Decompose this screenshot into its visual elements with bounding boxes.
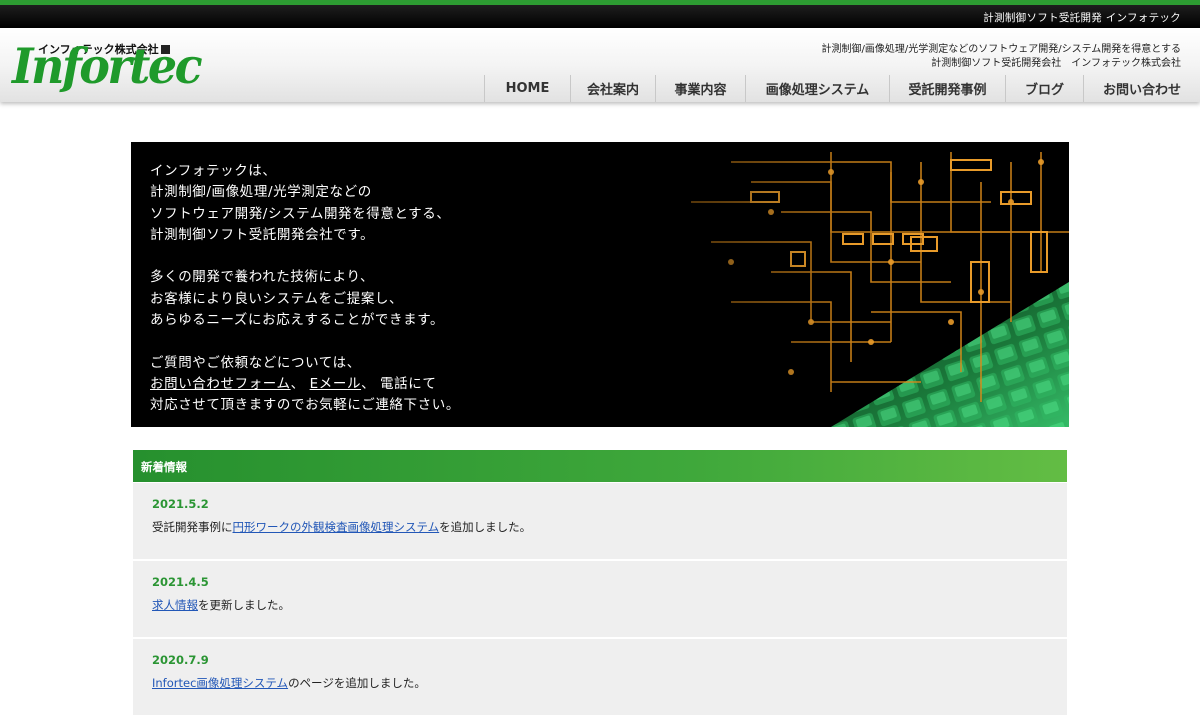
news-item: 2021.5.2 受託開発事例に円形ワークの外観検査画像処理システムを追加しまし… — [133, 483, 1067, 559]
nav-blog[interactable]: ブログ — [1005, 75, 1083, 102]
site-header: インフォテック株式会社 Infortec 計測制御/画像処理/光学測定などのソフ… — [0, 28, 1200, 102]
hero-paragraph-3: ご質問やご依頼などについては、 お問い合わせフォーム、 Eメール、 電話にて 対… — [150, 354, 460, 414]
main-nav: HOME 会社案内 事業内容 画像処理システム 受託開発事例 ブログ お問い合わ… — [484, 75, 1200, 102]
news-link[interactable]: 求人情報 — [152, 598, 198, 612]
header-tagline: 計測制御/画像処理/光学測定などのソフトウェア開発/システム開発を得意とする — [821, 44, 1181, 55]
hero-intro-text: インフォテックは、 計測制御/画像処理/光学測定などの ソフトウェア開発/システ… — [150, 161, 460, 417]
hero-banner: インフォテックは、 計測制御/画像処理/光学測定などの ソフトウェア開発/システ… — [131, 142, 1069, 427]
news-date: 2020.7.9 — [152, 653, 209, 667]
nav-company[interactable]: 会社案内 — [570, 75, 655, 102]
nav-image-processing[interactable]: 画像処理システム — [745, 75, 889, 102]
nav-home[interactable]: HOME — [484, 75, 570, 102]
news-date: 2021.5.2 — [152, 497, 209, 511]
header-tagline-company: 計測制御ソフト受託開発会社 インフォテック株式会社 — [931, 58, 1181, 69]
news-link[interactable]: Infortec画像処理システム — [152, 676, 288, 690]
email-link[interactable]: Eメール — [310, 376, 361, 392]
news-link[interactable]: 円形ワークの外観検査画像処理システム — [233, 520, 440, 534]
news-text: 受託開発事例に円形ワークの外観検査画像処理システムを追加しました。 — [152, 520, 532, 534]
logo[interactable]: Infortec — [12, 42, 203, 90]
nav-business[interactable]: 事業内容 — [655, 75, 745, 102]
news-item: 2020.7.9 Infortec画像処理システムのページを追加しました。 — [133, 639, 1067, 715]
hero-paragraph-1: インフォテックは、 計測制御/画像処理/光学測定などの ソフトウェア開発/システ… — [150, 163, 451, 243]
news-text: Infortec画像処理システムのページを追加しました。 — [152, 676, 426, 690]
nav-contact[interactable]: お問い合わせ — [1083, 75, 1200, 102]
contact-form-link[interactable]: お問い合わせフォーム — [150, 376, 291, 392]
news-date: 2021.4.5 — [152, 575, 209, 589]
top-bar: 計測制御ソフト受託開発 インフォテック — [0, 5, 1200, 28]
news-item: 2021.4.5 求人情報を更新しました。 — [133, 561, 1067, 637]
nav-case-studies[interactable]: 受託開発事例 — [889, 75, 1005, 102]
news-section-title: 新着情報 — [133, 450, 1067, 482]
top-bar-text: 計測制御ソフト受託開発 インフォテック — [983, 12, 1181, 24]
hero-paragraph-2: 多くの開発で養われた技術により、 お客様により良いシステムをご提案し、 あらゆる… — [150, 269, 445, 329]
news-text: 求人情報を更新しました。 — [152, 598, 290, 612]
